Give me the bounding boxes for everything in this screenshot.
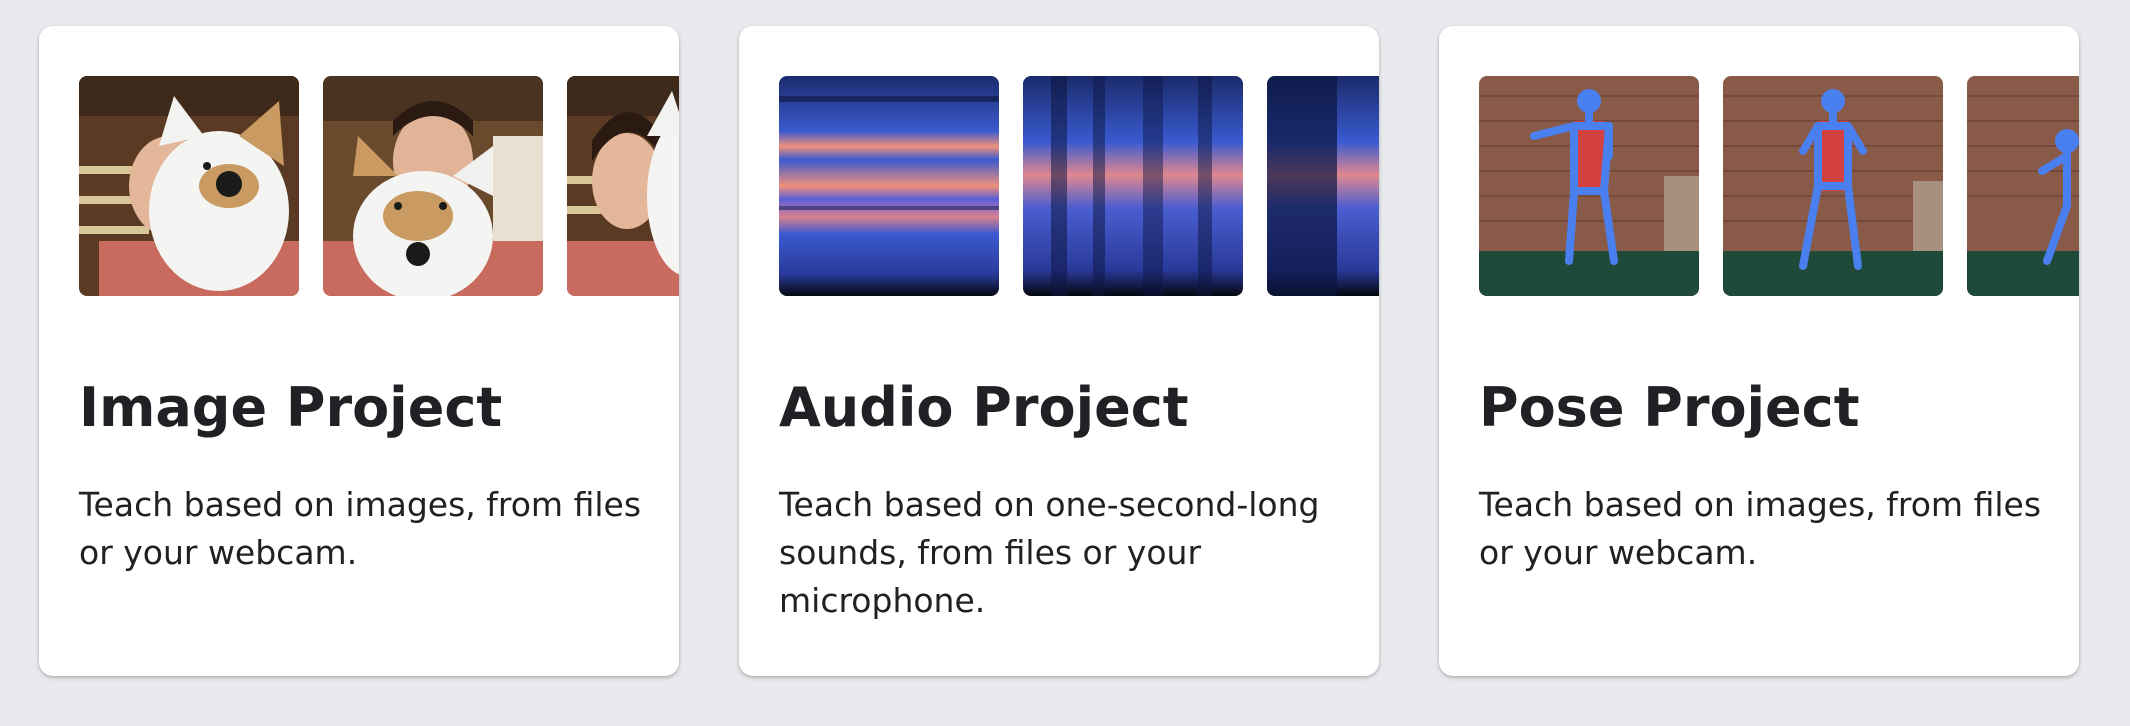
card-title: Pose Project — [1479, 376, 1860, 439]
project-selection: Image Project Teach based on images, fro… — [0, 0, 2130, 726]
pose-project-thumbnails — [1479, 76, 2079, 296]
image-project-thumbnails — [79, 76, 679, 296]
webcam-photo-thumbnail — [79, 76, 299, 296]
pose-photo-thumbnail — [1479, 76, 1699, 296]
spectrogram-thumbnail — [779, 76, 999, 296]
card-description: Teach based on images, from files or you… — [79, 485, 642, 572]
webcam-photo-thumbnail — [323, 76, 543, 296]
card-title: Image Project — [79, 376, 503, 439]
webcam-photo-thumbnail — [567, 76, 679, 296]
audio-project-card[interactable]: Audio Project Teach based on one-second-… — [739, 26, 1379, 676]
image-project-card[interactable]: Image Project Teach based on images, fro… — [39, 26, 679, 676]
spectrogram-thumbnail — [1267, 76, 1379, 296]
pose-photo-thumbnail — [1723, 76, 1943, 296]
card-description: Teach based on one-second-long sounds, f… — [779, 485, 1320, 620]
spectrogram-thumbnail — [1023, 76, 1243, 296]
pose-project-card[interactable]: Pose Project Teach based on images, from… — [1439, 26, 2079, 676]
pose-photo-thumbnail — [1967, 76, 2079, 296]
card-title: Audio Project — [779, 376, 1189, 439]
audio-project-thumbnails — [779, 76, 1379, 296]
card-description: Teach based on images, from files or you… — [1479, 485, 2042, 572]
